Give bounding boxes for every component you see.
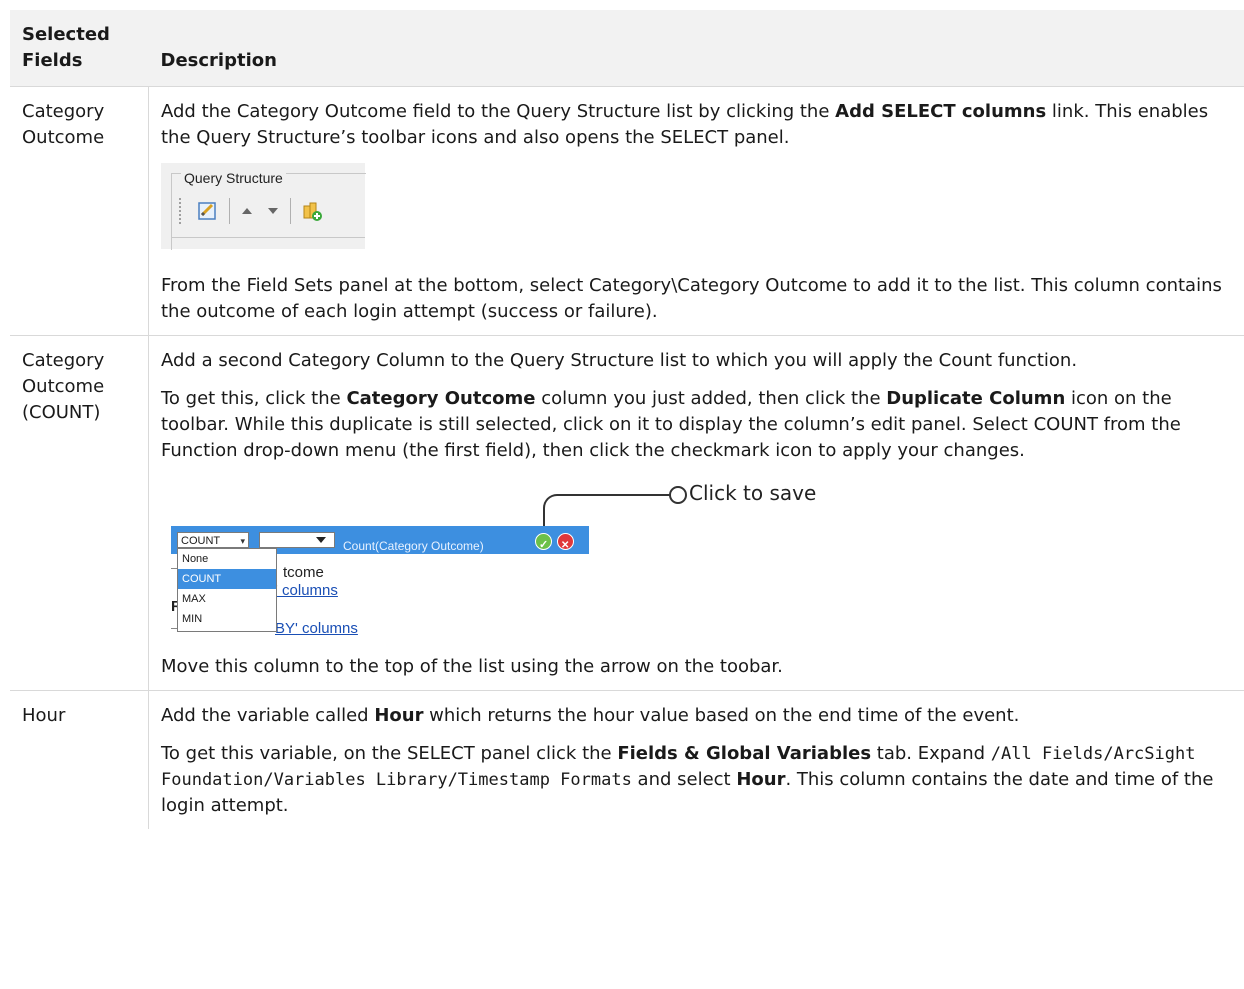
bold-text: Hour xyxy=(736,769,786,790)
field-name: Category Outcome (COUNT) xyxy=(10,335,149,691)
paragraph: Add a second Category Column to the Quer… xyxy=(161,350,1078,371)
toolbar-grip-icon xyxy=(179,198,183,224)
dropdown-option-selected[interactable]: COUNT xyxy=(178,569,276,589)
text: tab. Expand xyxy=(871,743,991,764)
bold-text: Category Outcome xyxy=(346,388,536,409)
expression-label: Count(Category Outcome) xyxy=(343,539,484,553)
query-structure-legend: Query Structure xyxy=(181,165,286,191)
chevron-down-icon xyxy=(316,537,326,543)
duplicate-column-icon[interactable] xyxy=(301,200,323,222)
callout-circle xyxy=(669,486,687,504)
bold-text: Add SELECT columns xyxy=(835,101,1047,122)
dropdown-option[interactable]: None xyxy=(178,549,276,569)
chevron-down-icon: ▾ xyxy=(240,536,245,546)
text: column you just added, then click the xyxy=(535,388,887,409)
edit-icon[interactable] xyxy=(197,200,219,222)
table-row: Hour Add the variable called Hour which … xyxy=(10,690,1244,829)
table-row: Category Outcome Add the Category Outcom… xyxy=(10,86,1244,336)
table-row: Category Outcome (COUNT) Add a second Ca… xyxy=(10,335,1244,691)
paragraph: Move this column to the top of the list … xyxy=(161,656,783,677)
query-structure-screenshot: Query Structure xyxy=(161,163,366,250)
field-select[interactable] xyxy=(259,532,335,548)
fields-table: Selected Fields Description Category Out… xyxy=(10,10,1244,829)
move-up-icon[interactable] xyxy=(242,208,252,214)
paragraph: Add the variable called Hour which retur… xyxy=(161,703,1232,729)
function-select-value: COUNT xyxy=(181,535,221,547)
checkmark-save-icon[interactable] xyxy=(535,532,552,558)
field-description: Add a second Category Column to the Quer… xyxy=(148,335,1244,691)
text: To get this variable, on the SELECT pane… xyxy=(161,743,618,764)
text: and select xyxy=(631,769,737,790)
bold-text: Duplicate Column xyxy=(886,388,1066,409)
document-page: Selected Fields Description Category Out… xyxy=(0,0,1244,989)
header-selected-fields: Selected Fields xyxy=(10,10,149,87)
paragraph: From the Field Sets panel at the bottom,… xyxy=(161,275,1222,322)
field-description: Add the variable called Hour which retur… xyxy=(148,690,1244,829)
text: Add the Category Outcome field to the Qu… xyxy=(161,101,836,122)
text: Add the variable called xyxy=(161,705,375,726)
table-header-row: Selected Fields Description xyxy=(10,10,1244,87)
dropdown-option[interactable]: MAX xyxy=(178,589,276,609)
text: which returns the hour value based on th… xyxy=(423,705,1020,726)
callout-text: Click to save xyxy=(689,481,817,505)
background-link[interactable]: ' columns xyxy=(275,578,338,604)
dropdown-option[interactable]: MIN xyxy=(178,609,276,629)
divider xyxy=(171,237,365,238)
cancel-icon[interactable] xyxy=(557,533,574,559)
callout-line xyxy=(543,494,673,530)
column-editor-screenshot: Click to save tcome ' columns RO BY' col… xyxy=(161,476,861,642)
field-name: Hour xyxy=(10,690,149,829)
bold-text: Fields & Global Variables xyxy=(617,743,872,764)
field-name: Category Outcome xyxy=(10,86,149,336)
function-select[interactable]: COUNT ▾ xyxy=(177,532,249,548)
toolbar-separator xyxy=(229,198,230,224)
paragraph: To get this, click the Category Outcome … xyxy=(161,386,1232,464)
query-structure-toolbar xyxy=(179,195,329,227)
field-description: Add the Category Outcome field to the Qu… xyxy=(148,86,1244,336)
move-down-icon[interactable] xyxy=(268,208,278,214)
header-description: Description xyxy=(148,10,1244,87)
bold-text: Hour xyxy=(374,705,424,726)
background-link[interactable]: BY' columns xyxy=(275,616,358,642)
text: To get this, click the xyxy=(161,388,347,409)
function-dropdown-list: None COUNT MAX MIN xyxy=(177,548,277,632)
paragraph: To get this variable, on the SELECT pane… xyxy=(161,741,1232,819)
toolbar-separator xyxy=(290,198,291,224)
paragraph: Add the Category Outcome field to the Qu… xyxy=(161,99,1232,151)
